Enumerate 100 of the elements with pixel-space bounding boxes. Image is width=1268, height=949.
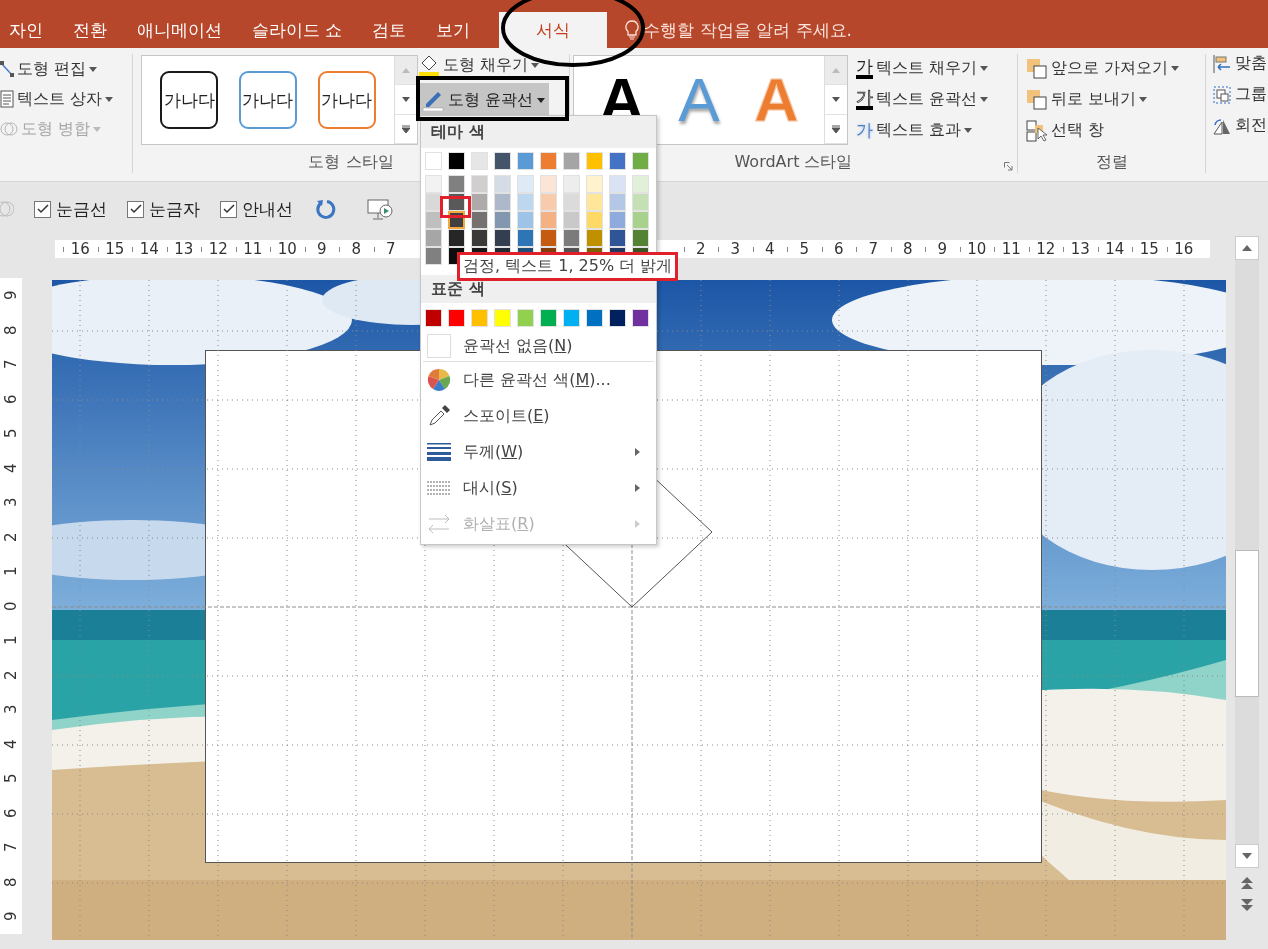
- text-style-button[interactable]: 가 텍스트 윤곽선: [856, 84, 992, 115]
- ribbon-tab[interactable]: 보기: [421, 12, 486, 48]
- caret-icon: [964, 128, 973, 133]
- ruler-number: 4: [1, 738, 21, 751]
- more-icon: [402, 124, 410, 133]
- menu-item[interactable]: 스포이트(E): [421, 398, 656, 434]
- presenter-view-icon[interactable]: [367, 198, 393, 220]
- shape-outline-button[interactable]: 도형 윤곽선: [418, 83, 550, 117]
- next-slide-icon[interactable]: [1241, 898, 1253, 912]
- arrange-button[interactable]: 앞으로 가져오기: [1026, 53, 1183, 84]
- tell-me-field[interactable]: 수행할 작업을 알려 주세요.: [643, 18, 853, 42]
- view-checkbox[interactable]: 안내선: [220, 197, 293, 221]
- ribbon-tab[interactable]: 서식: [499, 12, 608, 48]
- eyedropper-icon: [427, 404, 451, 428]
- double-arrow-icon: [427, 513, 451, 535]
- caret-icon: [1139, 97, 1148, 102]
- previous-slide-icon[interactable]: [1241, 876, 1253, 890]
- checkbox[interactable]: [34, 200, 51, 218]
- menu-item[interactable]: 윤곽선 없음(N): [421, 331, 656, 361]
- view-checkbox[interactable]: 눈금자: [127, 197, 200, 221]
- caret-icon: [1171, 66, 1180, 71]
- rings-icon[interactable]: [0, 199, 14, 219]
- caret-icon: [832, 97, 840, 102]
- ruler-number: 5: [1, 427, 21, 441]
- ruler-number: 7: [1, 358, 21, 372]
- text-style-button[interactable]: 가 텍스트 효과: [856, 115, 992, 146]
- caret-icon: [93, 126, 102, 132]
- align-icon: [1212, 53, 1232, 74]
- lightbulb-icon: [625, 20, 640, 40]
- down-arrow-icon: [1242, 853, 1252, 859]
- ruler-number: 4: [1, 462, 21, 475]
- group-label: WordArt 스타일: [734, 151, 853, 173]
- line-weight-icon: [427, 442, 451, 462]
- menu-item-label: 스포이트(E): [463, 405, 550, 427]
- empty-swatch: [427, 334, 451, 358]
- scroll-up-button[interactable]: [1235, 236, 1259, 260]
- menu-item-label: 두께(W): [463, 441, 524, 463]
- ribbon-tab[interactable]: 전환: [58, 12, 122, 48]
- ruler-number: 0: [1, 600, 21, 613]
- ruler-number: 3: [1, 703, 21, 717]
- menu-item[interactable]: 다른 윤곽선 색(M)...: [421, 362, 656, 398]
- ribbon-button[interactable]: 텍스트 상자: [0, 84, 117, 114]
- caret-icon: [980, 66, 989, 71]
- dash-lines-icon: [427, 480, 451, 496]
- node-line-icon: [0, 60, 14, 78]
- ruler-number: 7: [1, 841, 21, 855]
- ruler-number: 5: [1, 772, 21, 786]
- up-arrow-icon: [832, 67, 840, 73]
- submenu-arrow-icon: [635, 448, 640, 456]
- group-icon: [1212, 84, 1232, 105]
- layers-icon: [1026, 88, 1048, 111]
- refresh-icon[interactable]: [315, 198, 337, 220]
- ruler-number: 2: [1, 669, 21, 682]
- caret-icon: [980, 97, 989, 102]
- menu-item-label: 대시(S): [463, 477, 518, 499]
- ruler-number: 1: [1, 634, 21, 648]
- arrange-button[interactable]: 뒤로 보내기: [1026, 84, 1183, 115]
- ribbon-tab[interactable]: 슬라이드 쇼: [237, 12, 358, 48]
- up-arrow-icon: [402, 67, 410, 73]
- selection-pane-icon: [1026, 119, 1048, 142]
- ribbon-tab[interactable]: 검토: [357, 12, 422, 48]
- ribbon-button[interactable]: 도형 편집: [0, 54, 117, 84]
- view-checkbox[interactable]: 눈금선: [34, 197, 107, 221]
- more-icon: [832, 124, 840, 133]
- submenu-arrow-icon: [635, 484, 640, 492]
- ribbon-tab[interactable]: 애니메이션: [122, 12, 237, 48]
- shape-fill-button[interactable]: 도형 채우기: [418, 53, 550, 77]
- tooltip: 검정, 텍스트 1, 25% 더 밝게: [457, 252, 679, 281]
- caret-icon: [89, 66, 98, 72]
- caret-icon: [537, 97, 546, 103]
- submenu-arrow-icon: [635, 520, 640, 528]
- menu-section-title: 표준 색: [431, 278, 485, 300]
- dialog-launcher-icon[interactable]: [1004, 162, 1013, 171]
- scroll-thumb[interactable]: [1235, 550, 1259, 697]
- menu-item[interactable]: 대시(S): [421, 470, 656, 506]
- ruler-number: 6: [1, 393, 21, 406]
- ruler-number: 1: [1, 565, 21, 579]
- style-preset[interactable]: 가나다: [239, 71, 297, 129]
- style-preset[interactable]: 가나다: [317, 71, 376, 129]
- group-label: 정렬: [1095, 151, 1128, 173]
- caret-icon: [402, 97, 410, 102]
- ribbon-tab[interactable]: 자인: [0, 12, 58, 48]
- up-arrow-icon: [1242, 245, 1252, 251]
- pencil-icon: [422, 89, 444, 111]
- arrange-button[interactable]: 회전: [1212, 110, 1268, 141]
- caret-icon: [105, 96, 114, 102]
- menu-item-label: 다른 윤곽선 색(M)...: [463, 369, 611, 391]
- arrange-button[interactable]: 선택 창: [1026, 115, 1183, 146]
- arrange-button[interactable]: 맞춤: [1212, 48, 1268, 79]
- ruler-number: 6: [1, 807, 21, 820]
- style-preset[interactable]: 가나다: [160, 71, 219, 129]
- group-label: 도형 스타일: [308, 151, 394, 173]
- menu-item[interactable]: 두께(W): [421, 434, 656, 470]
- text-style-button[interactable]: 가 텍스트 채우기: [856, 53, 992, 84]
- ruler-number: 9: [1, 289, 21, 303]
- arrange-button[interactable]: 그룹: [1212, 79, 1268, 110]
- menu-item-label: 윤곽선 없음(N): [463, 335, 573, 357]
- menu-item-label: 화살표(R): [463, 513, 535, 535]
- checkbox[interactable]: [220, 200, 237, 218]
- checkbox[interactable]: [127, 200, 144, 218]
